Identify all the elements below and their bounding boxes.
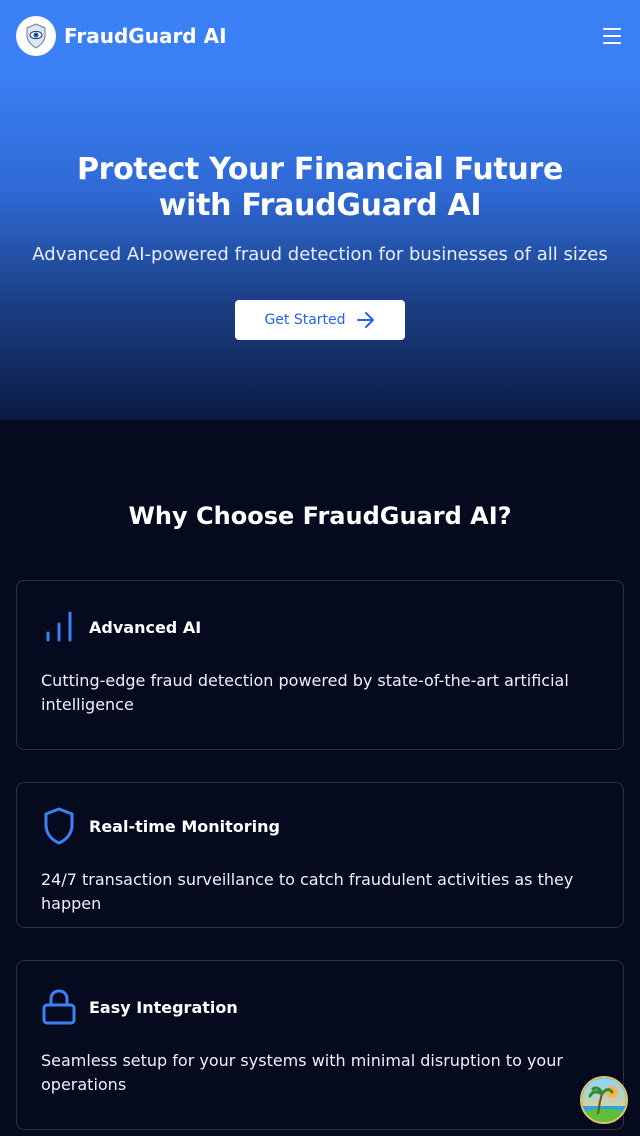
feature-description: Seamless setup for your systems with min… xyxy=(41,1051,563,1094)
get-started-button[interactable]: Get Started xyxy=(235,300,405,340)
shield-icon xyxy=(41,806,77,846)
feature-description: 24/7 transaction surveillance to catch f… xyxy=(41,870,574,913)
feature-title: Real-time Monitoring xyxy=(89,816,280,836)
card-header: Easy Integration xyxy=(41,987,599,1027)
feature-card-easy-integration: Easy Integration Seamless setup for your… xyxy=(16,960,624,1130)
navbar: FraudGuard AI xyxy=(0,0,640,72)
menu-line xyxy=(603,28,621,30)
feature-card-advanced-ai: Advanced AI Cutting-edge fraud detection… xyxy=(16,580,624,750)
brand-name: FraudGuard AI xyxy=(64,24,227,48)
feature-card-real-time-monitoring: Real-time Monitoring 24/7 transaction su… xyxy=(16,782,624,928)
get-started-label: Get Started xyxy=(264,312,346,328)
hero-title: Protect Your Financial Future with Fraud… xyxy=(76,152,564,223)
signal-bars-icon xyxy=(41,607,77,647)
feature-description: Cutting-edge fraud detection powered by … xyxy=(41,671,569,714)
card-header: Real-time Monitoring xyxy=(41,806,599,846)
lock-icon xyxy=(41,987,77,1027)
menu-line xyxy=(603,35,621,37)
features-title: Why Choose FraudGuard AI? xyxy=(128,502,512,530)
menu-line xyxy=(603,42,621,44)
beach-avatar-icon[interactable] xyxy=(580,1076,628,1124)
card-header: Advanced AI xyxy=(41,607,599,647)
arrow-right-icon xyxy=(356,312,374,328)
feature-title: Easy Integration xyxy=(89,997,238,1017)
feature-title: Advanced AI xyxy=(89,617,202,637)
hero-subtitle: Advanced AI-powered fraud detection for … xyxy=(32,244,608,265)
brand[interactable]: FraudGuard AI xyxy=(16,16,227,56)
shield-eye-icon xyxy=(16,16,56,56)
hamburger-menu-icon[interactable] xyxy=(600,24,624,48)
